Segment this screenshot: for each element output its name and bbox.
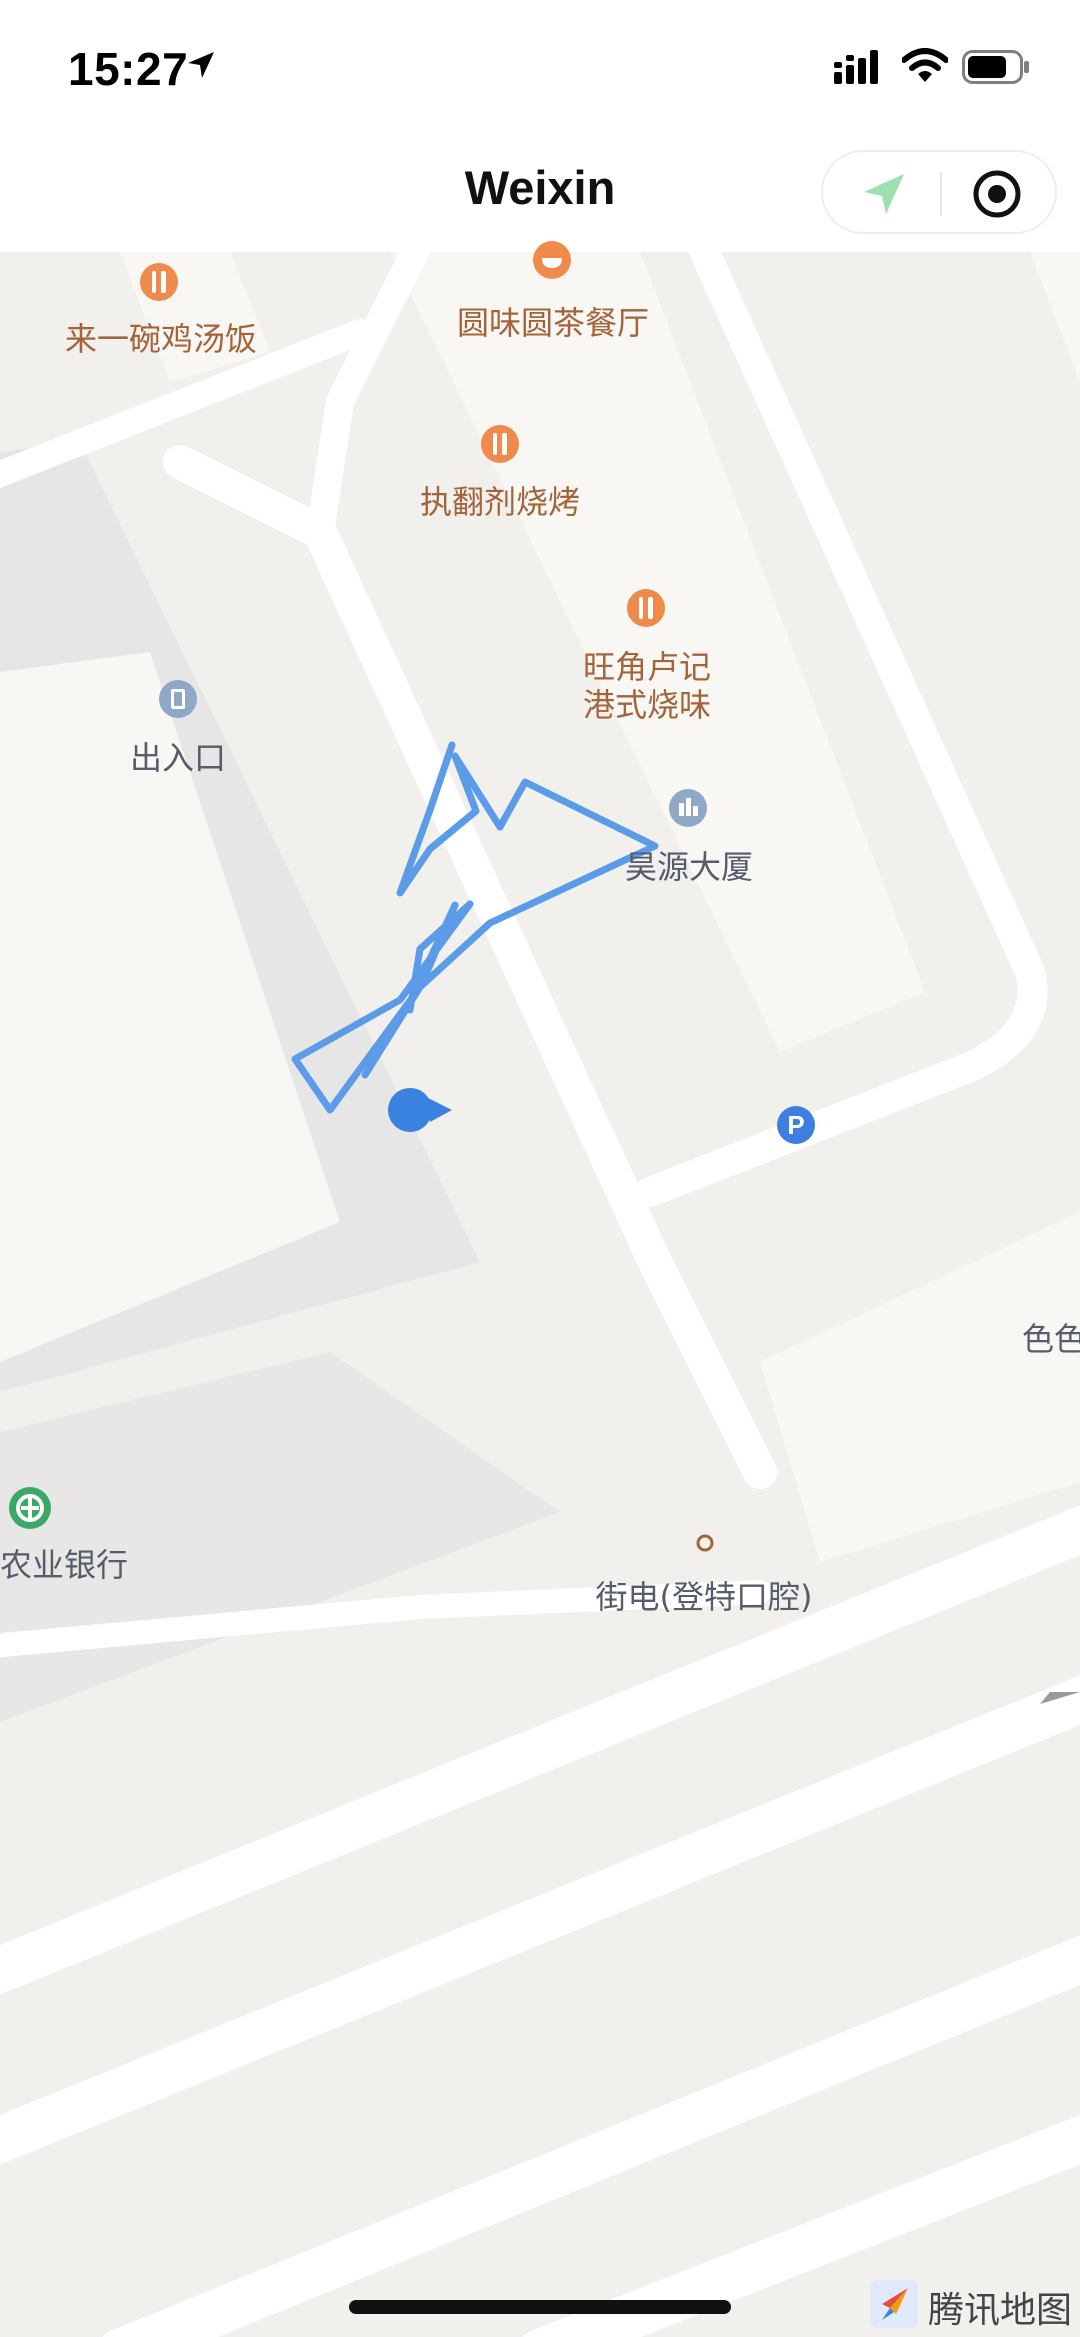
poi-bank[interactable]: 农业银行 xyxy=(0,1540,128,1586)
nav-bar: Weixin xyxy=(0,130,1080,252)
status-bar: 15:27 xyxy=(0,0,1080,130)
tencent-map-logo-icon xyxy=(868,2278,920,2335)
location-arrow-icon xyxy=(186,50,216,85)
restaurant-icon xyxy=(139,262,179,302)
poi-jiedian[interactable]: 街电(登特口腔) xyxy=(596,1572,813,1618)
poi-zhifanji[interactable]: 执翻剂烧烤 xyxy=(420,477,580,523)
building-icon xyxy=(668,788,708,828)
poi-entrance[interactable]: 出入口 xyxy=(130,733,226,779)
bank-icon xyxy=(8,1486,52,1530)
signal-icon xyxy=(834,50,884,89)
status-time: 15:27 xyxy=(68,43,189,95)
poi-laiyiwan[interactable]: 来一碗鸡汤饭 xyxy=(65,314,257,360)
home-indicator xyxy=(349,2300,731,2314)
capsule-divider xyxy=(940,172,942,216)
poi-wangjiao-line2[interactable]: 港式烧味 xyxy=(583,680,711,726)
poi-color-partial[interactable]: 色色 xyxy=(1022,1314,1080,1360)
svg-text:P: P xyxy=(787,1110,804,1140)
capsule-menu xyxy=(821,150,1057,234)
tencent-map-watermark: 腾讯地图 xyxy=(928,2290,1073,2331)
poi-haoyuan[interactable]: 昊源大厦 xyxy=(625,842,753,888)
map-canvas xyxy=(0,252,1080,2337)
battery-icon xyxy=(962,50,1030,89)
restaurant-icon xyxy=(480,424,520,464)
locate-target-icon[interactable] xyxy=(971,168,1023,225)
poi-yuanweiyuan[interactable]: 圆味圆茶餐厅 xyxy=(457,298,649,344)
parking-icon: P xyxy=(776,1105,816,1145)
restaurant-icon xyxy=(626,588,666,628)
restaurant-icon xyxy=(532,240,572,280)
wifi-icon xyxy=(901,48,949,89)
shop-icon xyxy=(694,1532,716,1554)
current-location-dot xyxy=(388,1088,432,1132)
map-view[interactable]: P 来一碗鸡汤饭 圆味圆茶餐厅 执翻剂烧烤 旺角卢记 港式烧味 出入口 昊源大厦… xyxy=(0,241,1080,2337)
navigation-icon[interactable] xyxy=(858,168,910,225)
entrance-icon xyxy=(158,679,198,719)
